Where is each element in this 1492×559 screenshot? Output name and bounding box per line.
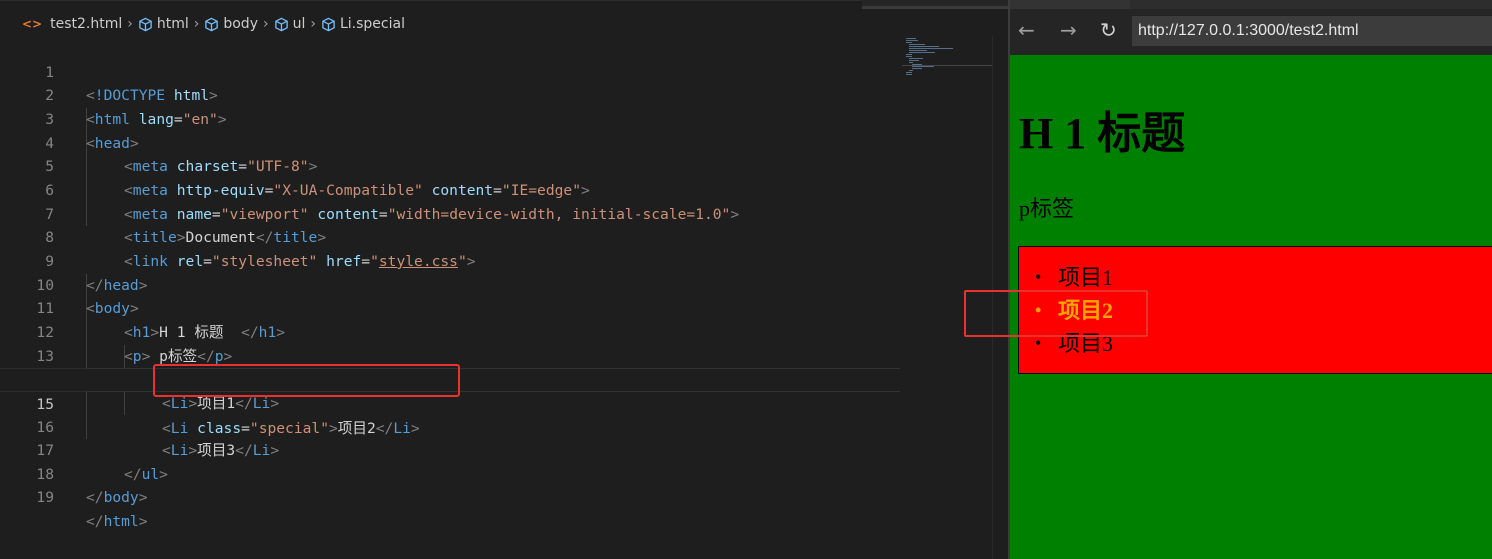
element-cube-icon: [205, 17, 219, 31]
code-line[interactable]: 18 </body>: [0, 439, 900, 507]
minimap[interactable]: [902, 36, 992, 86]
browser-preview: ← → ↻ http://127.0.0.1:3000/test2.html H…: [1008, 0, 1492, 559]
element-cube-icon: [322, 17, 335, 31]
code-line[interactable]: 8 <link rel="stylesheet" href="style.css…: [0, 203, 900, 270]
line-number: 19: [36, 489, 54, 507]
code-line[interactable]: 6 <meta name="viewport" content="width=d…: [0, 155, 900, 223]
code-lines[interactable]: 1 <!DOCTYPE html> 2 <html lang="en"> 3 <…: [0, 37, 900, 530]
code-line[interactable]: 4 <meta charset="UTF-8">: [0, 108, 900, 176]
chevron-right-icon: ›: [127, 16, 133, 32]
code-line[interactable]: 12 <p> p标签</p>: [0, 297, 900, 365]
breadcrumb: <> test2.html › html › body › ul › Li.sp…: [22, 14, 405, 34]
breadcrumb-item-body[interactable]: body: [223, 16, 258, 32]
code-line[interactable]: 10 <body>: [0, 250, 900, 318]
tag-token: body: [103, 489, 139, 507]
browser-toolbar: ← → ↻ http://127.0.0.1:3000/test2.html: [1010, 0, 1492, 55]
forward-arrow-icon[interactable]: →: [1060, 18, 1077, 42]
browser-tab[interactable]: [1010, 0, 1130, 9]
code-line[interactable]: 5 <meta http-equiv="X-UA-Compatible" con…: [0, 132, 900, 199]
chevron-right-icon: ›: [262, 16, 269, 32]
code-line[interactable]: 7 <title>Document</title>: [0, 179, 900, 247]
breadcrumb-item-html[interactable]: html: [157, 16, 189, 32]
code-line[interactable]: 17 </ul>: [0, 416, 900, 483]
address-bar[interactable]: http://127.0.0.1:3000/test2.html: [1132, 16, 1492, 46]
code-line[interactable]: 19 </html>: [0, 463, 900, 530]
code-text: </body>: [86, 489, 148, 507]
list-item-text: 项目1: [1058, 265, 1114, 290]
chevron-right-icon: ›: [310, 16, 316, 32]
tab-scrollbar[interactable]: [862, 6, 1008, 9]
reload-icon[interactable]: ↻: [1100, 18, 1117, 42]
breadcrumb-file[interactable]: test2.html: [50, 16, 122, 32]
code-line[interactable]: 13 <ul>: [0, 321, 900, 389]
code-line[interactable]: 3 <head>: [0, 84, 900, 152]
code-editor[interactable]: <> test2.html › html › body › ul › Li.sp…: [0, 0, 1008, 559]
active-tab[interactable]: [0, 0, 862, 9]
code-line[interactable]: 2 <html lang="en">: [0, 61, 900, 128]
element-cube-icon: [274, 17, 288, 31]
page-highlight-box: [964, 290, 1148, 337]
breadcrumb-item-li-special[interactable]: Li.special: [340, 16, 405, 32]
code-line[interactable]: 1 <!DOCTYPE html>: [0, 37, 900, 105]
chevron-right-icon: ›: [193, 16, 200, 32]
html-file-icon: <>: [22, 17, 43, 31]
page-paragraph: p标签: [1019, 196, 1075, 221]
element-cube-icon: [139, 17, 152, 31]
code-highlight-box: [153, 364, 460, 397]
code-text: </html>: [86, 513, 148, 531]
code-line[interactable]: 11 <h1>H 1 标题 </h1>: [0, 274, 900, 341]
back-arrow-icon[interactable]: ←: [1018, 18, 1035, 42]
browser-tab-strip: [1010, 0, 1492, 9]
editor-tab-strip: [0, 0, 1008, 9]
breadcrumb-item-ul[interactable]: ul: [293, 16, 306, 32]
tag-token: html: [103, 513, 139, 531]
code-line[interactable]: 9 </head>: [0, 226, 900, 294]
page-heading: H 1 标题: [1019, 109, 1186, 158]
